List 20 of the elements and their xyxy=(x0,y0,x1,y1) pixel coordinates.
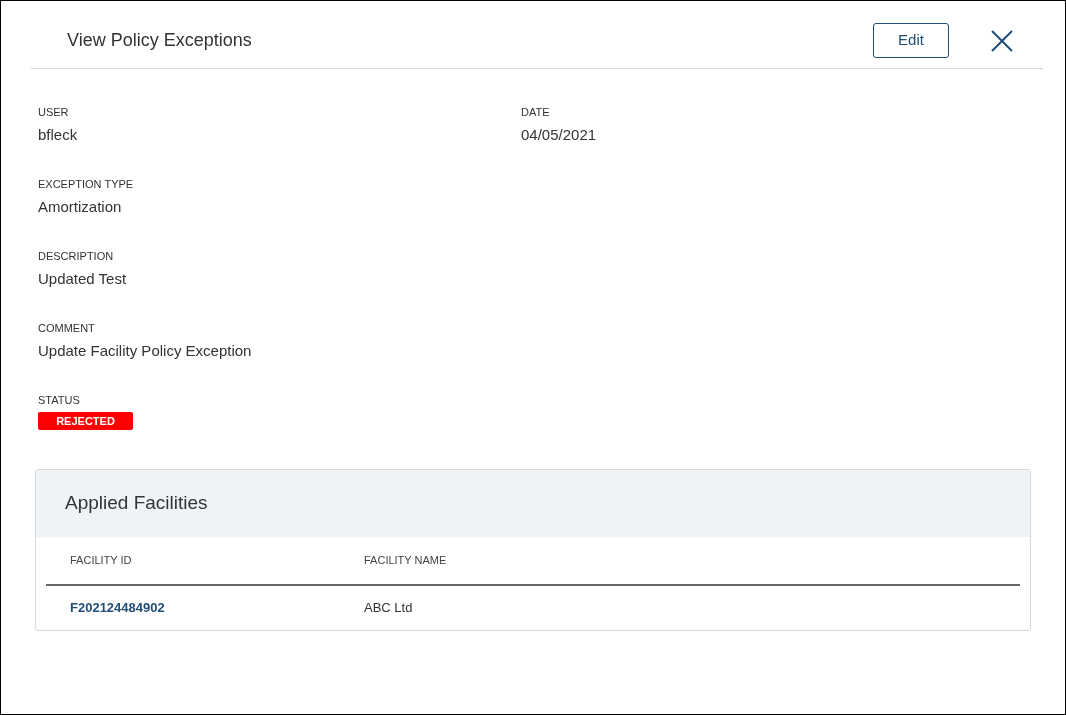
status-badge: REJECTED xyxy=(38,412,133,430)
field-value: Updated Test xyxy=(38,269,128,289)
column-header: FACILITY NAME xyxy=(364,553,447,569)
dialog-title: View Policy Exceptions xyxy=(67,29,252,52)
edit-button[interactable]: Edit xyxy=(873,23,949,58)
column-header: FACILITY ID xyxy=(70,553,133,569)
field-label: DATE xyxy=(521,105,551,119)
card-title: Applied Facilities xyxy=(65,491,208,516)
field-label: DESCRIPTION xyxy=(38,249,115,263)
table-cell-text: ABC Ltd xyxy=(364,599,413,618)
field-value: Amortization xyxy=(38,197,123,217)
field-label: COMMENT xyxy=(38,321,96,335)
facility-id-link[interactable]: F202124484902 xyxy=(70,598,364,618)
field-label: EXCEPTION TYPE xyxy=(38,177,135,191)
field-value: bfleck xyxy=(38,125,79,145)
field-value: 04/05/2021 xyxy=(521,125,597,145)
field-label: USER xyxy=(38,105,70,119)
field-label: STATUS xyxy=(38,393,81,407)
close-icon[interactable] xyxy=(991,29,1013,52)
field-value: Update Facility Policy Exception xyxy=(38,341,253,361)
